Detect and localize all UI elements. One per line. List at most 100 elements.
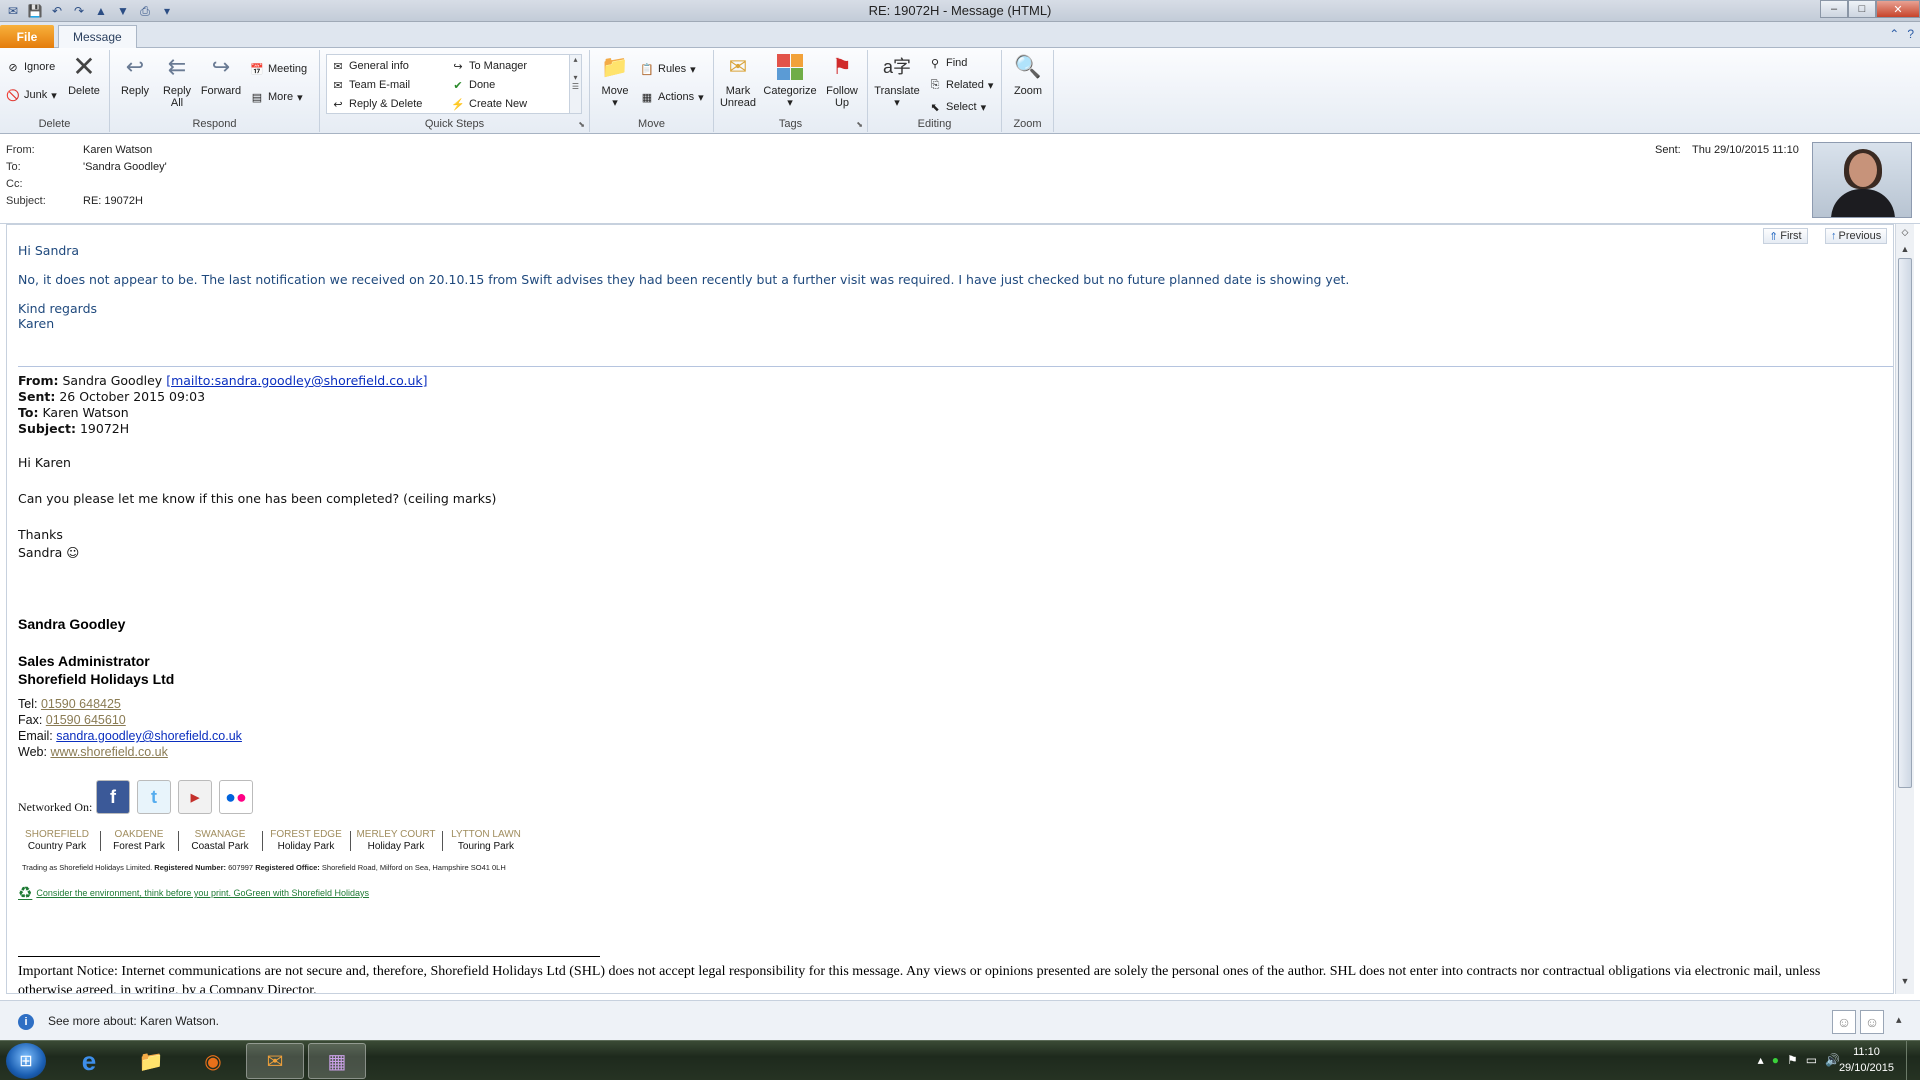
first-button[interactable]: ⇑ First <box>1763 228 1808 244</box>
web-link[interactable]: www.shorefield.co.uk <box>50 745 167 759</box>
quick-step-create-new[interactable]: ⚡ Create New <box>451 95 527 113</box>
clock[interactable]: 11:10 29/10/2015 <box>1839 1044 1894 1076</box>
minimize-ribbon-icon[interactable]: ⌃ <box>1889 27 1899 41</box>
start-button[interactable]: ⊞ <box>6 1043 46 1079</box>
related-button[interactable]: ⎘ Related ▾ <box>928 76 994 94</box>
contact-photo[interactable] <box>1812 142 1912 218</box>
twitter-icon[interactable]: t <box>137 780 171 814</box>
quick-step-reply-delete[interactable]: ↩ Reply & Delete <box>331 95 422 113</box>
quick-step-done[interactable]: ✔ Done <box>451 76 495 94</box>
forward-button[interactable]: ↪ Forward <box>198 52 244 98</box>
reply-body: No, it does not appear to be. The last n… <box>18 272 1350 287</box>
network-icon[interactable]: ▭ <box>1806 1053 1817 1067</box>
categorize-button[interactable]: Categorize ▾ <box>762 52 818 109</box>
editing-group: a字 Translate ▾ ⚲ Find ⎘ Related ▾ ⬉ Select ▾ … <box>868 50 1002 132</box>
facebook-icon[interactable]: f <box>96 780 130 814</box>
park-separator <box>178 831 179 851</box>
flickr-icon[interactable]: ● ● <box>219 780 253 814</box>
scroll-up-arrow-icon[interactable]: ▲ <box>1898 244 1912 258</box>
email-link[interactable]: sandra.goodley@shorefield.co.uk <box>56 729 242 743</box>
status-green-icon[interactable]: ● <box>1772 1053 1779 1067</box>
see-more-text[interactable]: See more about: Karen Watson. <box>48 1014 219 1028</box>
delete-group: ⊘ Ignore 🚫 Junk ▾ ✕ Delete Delete <box>0 50 110 132</box>
clock-time: 11:10 <box>1853 1046 1880 1058</box>
youtube-icon[interactable]: ▶ <box>178 780 212 814</box>
group-label-editing: Editing <box>917 118 952 130</box>
close-button[interactable]: ✕ <box>1876 0 1920 18</box>
find-button[interactable]: ⚲ Find <box>928 54 967 72</box>
quick-steps-gallery: ✉ General info ✉ Team E-mail ↩ Reply & Dele… <box>326 54 582 114</box>
zoom-group: 🔍 Zoom Zoom <box>1002 50 1054 132</box>
show-desktop-button[interactable] <box>1906 1041 1920 1080</box>
envelope-icon: ✉ <box>333 60 343 73</box>
signature-company: Shorefield Holidays Ltd <box>18 671 175 687</box>
action-center-flag-icon[interactable]: ⚑ <box>1787 1053 1798 1067</box>
envelope-icon: ✉ <box>333 79 343 92</box>
person-avatar-icon[interactable]: ☺ <box>1860 1010 1884 1034</box>
gogreen-notice[interactable]: ♻ Consider the environment, think before… <box>18 883 369 903</box>
to-value[interactable]: 'Sandra Goodley' <box>83 161 167 173</box>
message-body: ⇑ First ↑ Previous Hi Sandra No, it does n… <box>6 224 1894 994</box>
actions-icon: ▦ <box>641 91 653 104</box>
park-separator <box>262 831 263 851</box>
file-explorer-icon[interactable]: 📁 <box>122 1043 180 1079</box>
rules-button[interactable]: 📋 Rules ▾ <box>640 60 696 78</box>
park-forest-edge: FOREST EDGE Holiday Park <box>270 829 342 852</box>
follow-up-button[interactable]: ⚑ Follow Up <box>822 52 862 110</box>
calculator-app-icon[interactable]: ▦ <box>308 1043 366 1079</box>
show-hidden-icons-icon[interactable]: ▴ <box>1758 1053 1764 1067</box>
volume-icon[interactable]: 🔊 <box>1825 1053 1840 1067</box>
vertical-scrollbar[interactable]: ◇ ▲ ▼ <box>1895 224 1914 994</box>
dialog-launcher-icon[interactable]: ⬊ <box>856 120 863 129</box>
from-value[interactable]: Karen Watson <box>83 144 152 156</box>
move-button[interactable]: 📁 Move ▾ <box>596 52 634 110</box>
reply-all-button[interactable]: ⇇ Reply All <box>160 52 194 110</box>
quick-step-general-info[interactable]: ✉ General info <box>331 57 409 75</box>
tel-link[interactable]: 01590 648425 <box>41 697 121 711</box>
zoom-button[interactable]: 🔍 Zoom <box>1008 52 1048 98</box>
dialog-launcher-icon[interactable]: ⬊ <box>578 120 585 129</box>
select-button[interactable]: ⬉ Select ▾ <box>928 98 986 116</box>
person-avatar-icon[interactable]: ☺ <box>1832 1010 1856 1034</box>
firefox-icon[interactable]: ◉ <box>184 1043 242 1079</box>
meeting-button[interactable]: 📅 Meeting <box>250 60 307 78</box>
scroll-up-icon[interactable]: ◇ <box>1898 227 1912 241</box>
previous-button[interactable]: ↑ Previous <box>1825 228 1888 244</box>
title-bar: ✉ 💾 ↶ ↷ ▲ ▼ ⎙ ▾ RE: 19072H - Message (HT… <box>0 0 1920 22</box>
more-button[interactable]: ▤ More ▾ <box>250 88 303 106</box>
junk-button[interactable]: 🚫 Junk ▾ <box>6 86 57 104</box>
translate-icon: a字 <box>882 57 911 77</box>
translate-button[interactable]: a字 Translate ▾ <box>874 52 920 109</box>
minimize-button[interactable]: – <box>1820 0 1848 18</box>
scroll-down-arrow-icon[interactable]: ▼ <box>1898 976 1912 990</box>
quick-step-team-email[interactable]: ✉ Team E-mail <box>331 76 410 94</box>
reply-icon: ↩ <box>125 54 145 79</box>
tab-file[interactable]: File <box>0 25 54 48</box>
tab-message[interactable]: Message <box>58 25 137 48</box>
park-swanage: SWANAGE Coastal Park <box>191 829 249 852</box>
ignore-button[interactable]: ⊘ Ignore <box>6 58 55 76</box>
rules-icon: 📋 <box>640 63 654 76</box>
sent-value: Thu 29/10/2015 11:10 <box>1692 144 1799 156</box>
mailto-link[interactable]: [mailto:sandra.goodley@shorefield.co.uk] <box>166 373 427 388</box>
scrollbar-thumb[interactable] <box>1898 258 1912 788</box>
photo-face <box>1849 153 1877 187</box>
signature-title: Sales Administrator <box>18 653 150 669</box>
reply-button[interactable]: ↩ Reply <box>118 52 152 98</box>
quick-steps-scroll[interactable]: ▴ ▾ ☰ <box>569 55 581 113</box>
networked-label: Networked On: <box>18 800 93 814</box>
group-label-respond: Respond <box>192 118 237 130</box>
mark-unread-button[interactable]: ✉ Mark Unread <box>718 52 758 110</box>
outlook-taskbar-icon[interactable]: ✉ <box>246 1043 304 1079</box>
group-label-move: Move <box>638 118 665 130</box>
delete-button[interactable]: ✕ Delete <box>66 52 102 98</box>
junk-icon: 🚫 <box>6 89 20 102</box>
internet-explorer-icon[interactable]: e <box>60 1043 118 1079</box>
maximize-button[interactable]: □ <box>1848 0 1876 18</box>
move-group: 📁 Move ▾ 📋 Rules ▾ ▦ Actions ▾ Move <box>590 50 714 132</box>
fax-link[interactable]: 01590 645610 <box>46 713 126 727</box>
actions-button[interactable]: ▦ Actions ▾ <box>640 88 704 106</box>
help-icon[interactable]: ? <box>1907 27 1914 41</box>
quick-step-to-manager[interactable]: ↪ To Manager <box>451 57 527 75</box>
expand-pane-icon[interactable]: ▴ <box>1896 1013 1902 1026</box>
